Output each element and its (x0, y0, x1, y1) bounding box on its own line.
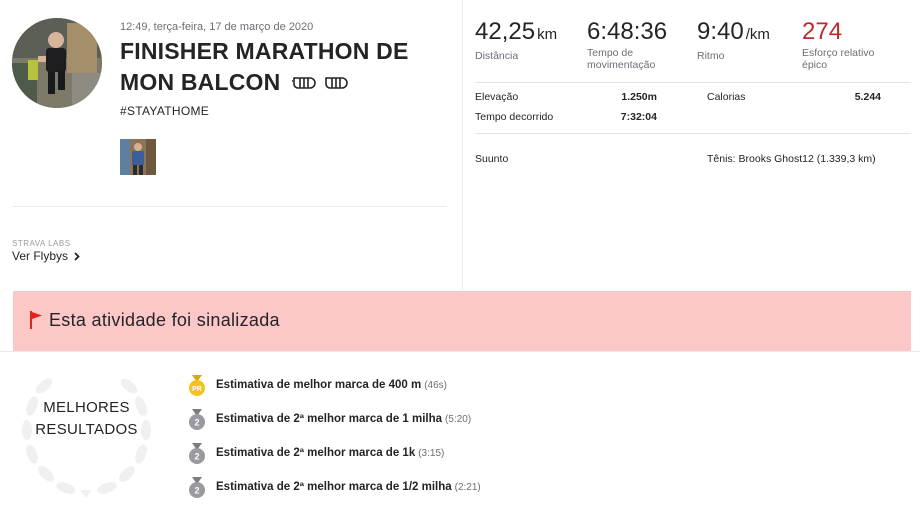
elapsed-time-label: Tempo decorrido (475, 111, 554, 123)
pr-medal-label: PR (192, 386, 202, 393)
moving-time-value: 6:48:36 (587, 18, 668, 45)
view-flybys-label: Ver Flybys (12, 249, 69, 263)
best-efforts-heading: MELHORES RESULTADOS (24, 397, 149, 441)
elapsed-time-value: 7:32:04 (620, 111, 657, 123)
best-efforts-heading-line2: RESULTADOS (35, 421, 138, 438)
stat-distance: 42,25 km Distância (475, 18, 557, 62)
best-effort-time: (46s) (424, 380, 447, 391)
list-item[interactable]: 2 Estimativa de 2ª melhor marca de 1k (3:… (188, 443, 588, 469)
best-efforts-heading-line1: MELHORES (43, 399, 130, 416)
activity-summary-panel: 12:49, terça-feira, 17 de março de 2020 … (0, 0, 463, 290)
divider (475, 82, 911, 83)
pace-unit: /km (745, 26, 770, 43)
flagged-message: Esta atividade foi sinalizada (49, 310, 280, 330)
calories-value: 5.244 (854, 91, 881, 103)
best-effort-time: (2:21) (454, 482, 481, 493)
pace-label: Ritmo (697, 50, 725, 62)
device-name: Suunto (475, 153, 509, 165)
second-medal-icon: 2 (188, 443, 206, 470)
list-item[interactable]: 2 Estimativa de 2ª melhor marca de 1/2 m… (188, 477, 588, 503)
best-effort-description: Estimativa de 2ª melhor marca de 1k (216, 447, 416, 459)
best-effort-description: Estimativa de melhor marca de 400 m (216, 379, 422, 391)
second-medal-label: 2 (194, 418, 199, 428)
second-medal-label: 2 (194, 452, 199, 462)
pace-value: 9:40 (697, 18, 744, 45)
stat-pace: 9:40/km Ritmo (697, 18, 770, 62)
second-medal-icon: 2 (188, 409, 206, 436)
stat-relative-effort[interactable]: 274 Esforço relativo épico (802, 18, 902, 71)
shoes-info[interactable]: Tênis: Brooks Ghost12 (1.339,3 km) (707, 153, 876, 165)
second-medal-icon: 2 (188, 477, 206, 504)
activity-title: FINISHER MARATHON DE MON BALCON (120, 36, 450, 99)
list-item[interactable]: 2 Estimativa de 2ª melhor marca de 1 mil… (188, 409, 588, 435)
best-effort-text: Estimativa de melhor marca de 400 m (46s) (216, 379, 447, 391)
divider (475, 133, 911, 134)
activity-header: 12:49, terça-feira, 17 de março de 2020 … (0, 0, 920, 290)
divider (12, 206, 447, 207)
flagged-activity-banner: Esta atividade foi sinalizada (13, 291, 911, 351)
second-medal-label: 2 (194, 486, 199, 496)
best-effort-time: (3:15) (418, 448, 445, 459)
strava-labs-label: STRAVA LABS (12, 239, 71, 248)
activity-photo-thumbnail[interactable] (120, 139, 156, 175)
elevation-value: 1.250m (621, 91, 657, 103)
calories-label: Calorias (707, 91, 746, 103)
best-effort-text: Estimativa de 2ª melhor marca de 1/2 mil… (216, 481, 481, 493)
activity-date: 12:49, terça-feira, 17 de março de 2020 (120, 21, 314, 33)
relative-effort-value: 274 (802, 18, 843, 45)
distance-unit: km (537, 26, 558, 43)
best-effort-text: Estimativa de 2ª melhor marca de 1 milha… (216, 413, 471, 425)
flag-icon (29, 311, 43, 334)
stat-moving-time: 6:48:36 Tempo de movimentação (587, 18, 687, 71)
activity-title-text: FINISHER MARATHON DE MON BALCON (120, 38, 409, 95)
elevation-label: Elevação (475, 91, 519, 103)
list-item[interactable]: PR Estimativa de melhor marca de 400 m (4… (188, 375, 588, 401)
avatar[interactable] (12, 18, 102, 108)
best-effort-description: Estimativa de 2ª melhor marca de 1/2 mil… (216, 481, 452, 493)
view-flybys-link[interactable]: Ver Flybys (12, 249, 80, 263)
fist-bump-icon (291, 68, 355, 99)
best-effort-description: Estimativa de 2ª melhor marca de 1 milha (216, 413, 443, 425)
relative-effort-label: Esforço relativo épico (802, 47, 875, 71)
chevron-right-icon (74, 251, 80, 261)
distance-label: Distância (475, 50, 519, 62)
best-effort-time: (5:20) (445, 414, 472, 425)
divider (0, 351, 920, 352)
activity-description: #STAYATHOME (120, 104, 210, 118)
pr-medal-icon: PR (188, 375, 206, 402)
moving-time-label: Tempo de movimentação (587, 47, 656, 71)
best-effort-text: Estimativa de 2ª melhor marca de 1k (3:15… (216, 447, 444, 459)
runner-photo (12, 18, 102, 108)
distance-value: 42,25 (475, 18, 536, 45)
